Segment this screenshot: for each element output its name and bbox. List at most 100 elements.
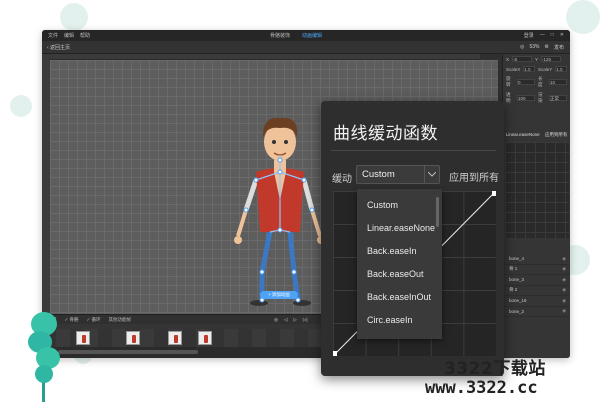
decor-bubble [566,0,600,34]
mini-apply-all[interactable]: 应用到所有 [545,132,568,138]
bone-list-item[interactable]: 骨 1 ◉ [503,265,570,275]
bone-list-item[interactable]: bone_2 ◉ [503,307,570,317]
easing-selected-value: Custom [362,169,395,180]
eye-icon[interactable]: ◉ [562,287,566,293]
ruler-vertical [42,54,50,314]
maximize-button[interactable]: □ [551,32,554,39]
bone-name: 骨 1 [509,266,518,272]
bone-name: bone_4 [509,256,525,262]
dropdown-scrollbar[interactable] [436,197,439,227]
add-animation-button[interactable]: + 添加动画 [260,291,298,299]
prev-frame-icon[interactable]: ◁ [284,317,287,323]
timeline-other-frames[interactable]: 其他功能帧 [109,317,132,323]
prop-scaley-field[interactable]: 1.0 [555,66,567,72]
play-icon[interactable]: ▷ [293,317,296,323]
curve-end-handle[interactable] [492,191,497,196]
decor-bubble [60,3,88,31]
mini-curve-graph [505,142,569,238]
preview-icon[interactable]: ◎ [520,44,524,50]
easing-label: 缓动 [332,174,352,185]
easing-mini-tabs: Linear.easeNone 应用到所有 [503,132,570,138]
menu-file[interactable]: 文件 [48,32,58,39]
menu-bar: 文件 编辑 帮助 骨骼装饰 动画编辑 登录 — □ ✕ [42,30,570,41]
tab-animation[interactable]: 动画编辑 [302,32,322,39]
easing-dropdown-menu: Custom Linear.easeNone Back.easeIn Back.… [357,189,442,339]
screenshot-stage: 文件 编辑 帮助 骨骼装饰 动画编辑 登录 — □ ✕ ‹ 返回主页 ◎ 53%… [0,0,600,407]
settings-icon[interactable]: ⚙ [545,44,549,50]
prop-label: 渲染 [538,92,543,103]
bone-name: bone_2 [509,308,525,314]
tab-skeleton[interactable]: 骨骼装饰 [270,32,290,39]
divider [331,150,496,151]
toolbar: ‹ 返回主页 ◎ 53% ⚙ 发布 [42,41,570,54]
eye-icon[interactable]: ◉ [562,277,566,283]
menu-edit[interactable]: 编辑 [64,32,74,39]
decor-bubble [10,95,32,117]
easing-option[interactable]: Linear.easeNone [357,216,442,239]
prop-scalex-field[interactable]: 1.0 [523,66,535,72]
close-button[interactable]: ✕ [560,32,564,39]
mini-ease-select[interactable]: Linear.easeNone [506,132,540,138]
eye-icon[interactable]: ◉ [562,298,566,304]
prop-label: ScaleY [538,66,553,72]
easing-option[interactable]: Back.easeIn [357,239,442,262]
eye-icon[interactable]: ◉ [562,308,566,314]
watermark-site-name: 3322下载站 [444,359,546,379]
minimize-button[interactable]: — [540,32,545,39]
keyframe-thumbnail[interactable] [126,331,140,345]
bone-list: bone_4 ◉ 骨 1 ◉ bone_3 ◉ 骨 2 ◉ bone_16 ◉ bone_… [503,254,570,317]
plant-decoration [28,312,60,402]
bone-name: bone_16 [509,298,527,304]
menu-help[interactable]: 帮助 [80,32,90,39]
watermark-url: www.3322.cc [425,378,538,398]
publish-button[interactable]: 发布 [554,44,564,51]
record-icon[interactable]: ◎ [274,317,278,323]
keyframe-thumbnail[interactable] [76,331,90,345]
prop-label: X [506,56,510,62]
easing-option[interactable]: Back.easeInOut [357,285,442,308]
zoom-level[interactable]: 53% [529,44,539,50]
playback-controls: ◎ ◁ ▷ ▷| [274,317,308,323]
easing-select[interactable]: Custom [356,165,440,184]
keyframe-thumbnail[interactable] [198,331,212,345]
timeline-scrollbar[interactable] [58,350,198,354]
prop-y-field[interactable]: -125 [541,56,562,62]
timeline-bones-checkbox[interactable]: ✓ 骨骼 [65,317,79,323]
eye-icon[interactable]: ◉ [562,256,566,262]
curve-start-handle[interactable] [332,351,337,356]
bone-list-item[interactable]: bone_16 ◉ [503,296,570,307]
prop-row: ScaleX 1.0 ScaleY 1.0 [503,64,570,74]
prop-length-field[interactable]: 10 [549,79,567,85]
timeline-loop-checkbox[interactable]: ✓ 循环 [87,317,101,323]
bone-list-item[interactable]: bone_4 ◉ [503,254,570,265]
prop-render-field[interactable]: 正常 [549,95,567,101]
prop-row: 旋转 0 长度 10 [503,74,570,90]
login-link[interactable]: 登录 [524,32,534,39]
prop-label: 旋转 [506,76,511,87]
prop-x-field[interactable]: -8 [512,56,533,62]
prop-label: 透明 [506,92,511,103]
easing-curve-panel: 曲线缓动函数 缓动 Custom 应用到所有 Custom Linear.eas… [321,101,504,376]
back-home-button[interactable]: ‹ 返回主页 [47,44,70,51]
bone-name: bone_3 [509,277,525,283]
bone-name: 骨 2 [509,287,518,293]
keyframe-thumbnail[interactable] [168,331,182,345]
prop-alpha-field[interactable]: 100 [517,95,535,101]
last-frame-icon[interactable]: ▷| [303,317,308,323]
apply-to-all-button[interactable]: 应用到所有 [449,169,499,184]
prop-row: 透明 100 渲染 正常 [503,90,570,106]
chevron-down-icon[interactable] [424,166,439,183]
bone-list-item[interactable]: 骨 2 ◉ [503,286,570,296]
prop-rotation-field[interactable]: 0 [517,79,535,85]
easing-option[interactable]: Circ.easeIn [357,308,442,331]
easing-title: 曲线缓动函数 [333,124,438,144]
properties-panel: X -8 Y -125 ScaleX 1.0 ScaleY 1.0 旋转 0 长… [502,54,570,358]
prop-label: ScaleX [506,66,521,72]
prop-label: 长度 [538,76,543,87]
prop-row: X -8 Y -125 [503,54,570,64]
eye-icon[interactable]: ◉ [562,266,566,272]
easing-option[interactable]: Back.easeOut [357,262,442,285]
bone-list-item[interactable]: bone_3 ◉ [503,275,570,286]
easing-option[interactable]: Custom [357,193,442,216]
prop-label: Y [535,56,539,62]
